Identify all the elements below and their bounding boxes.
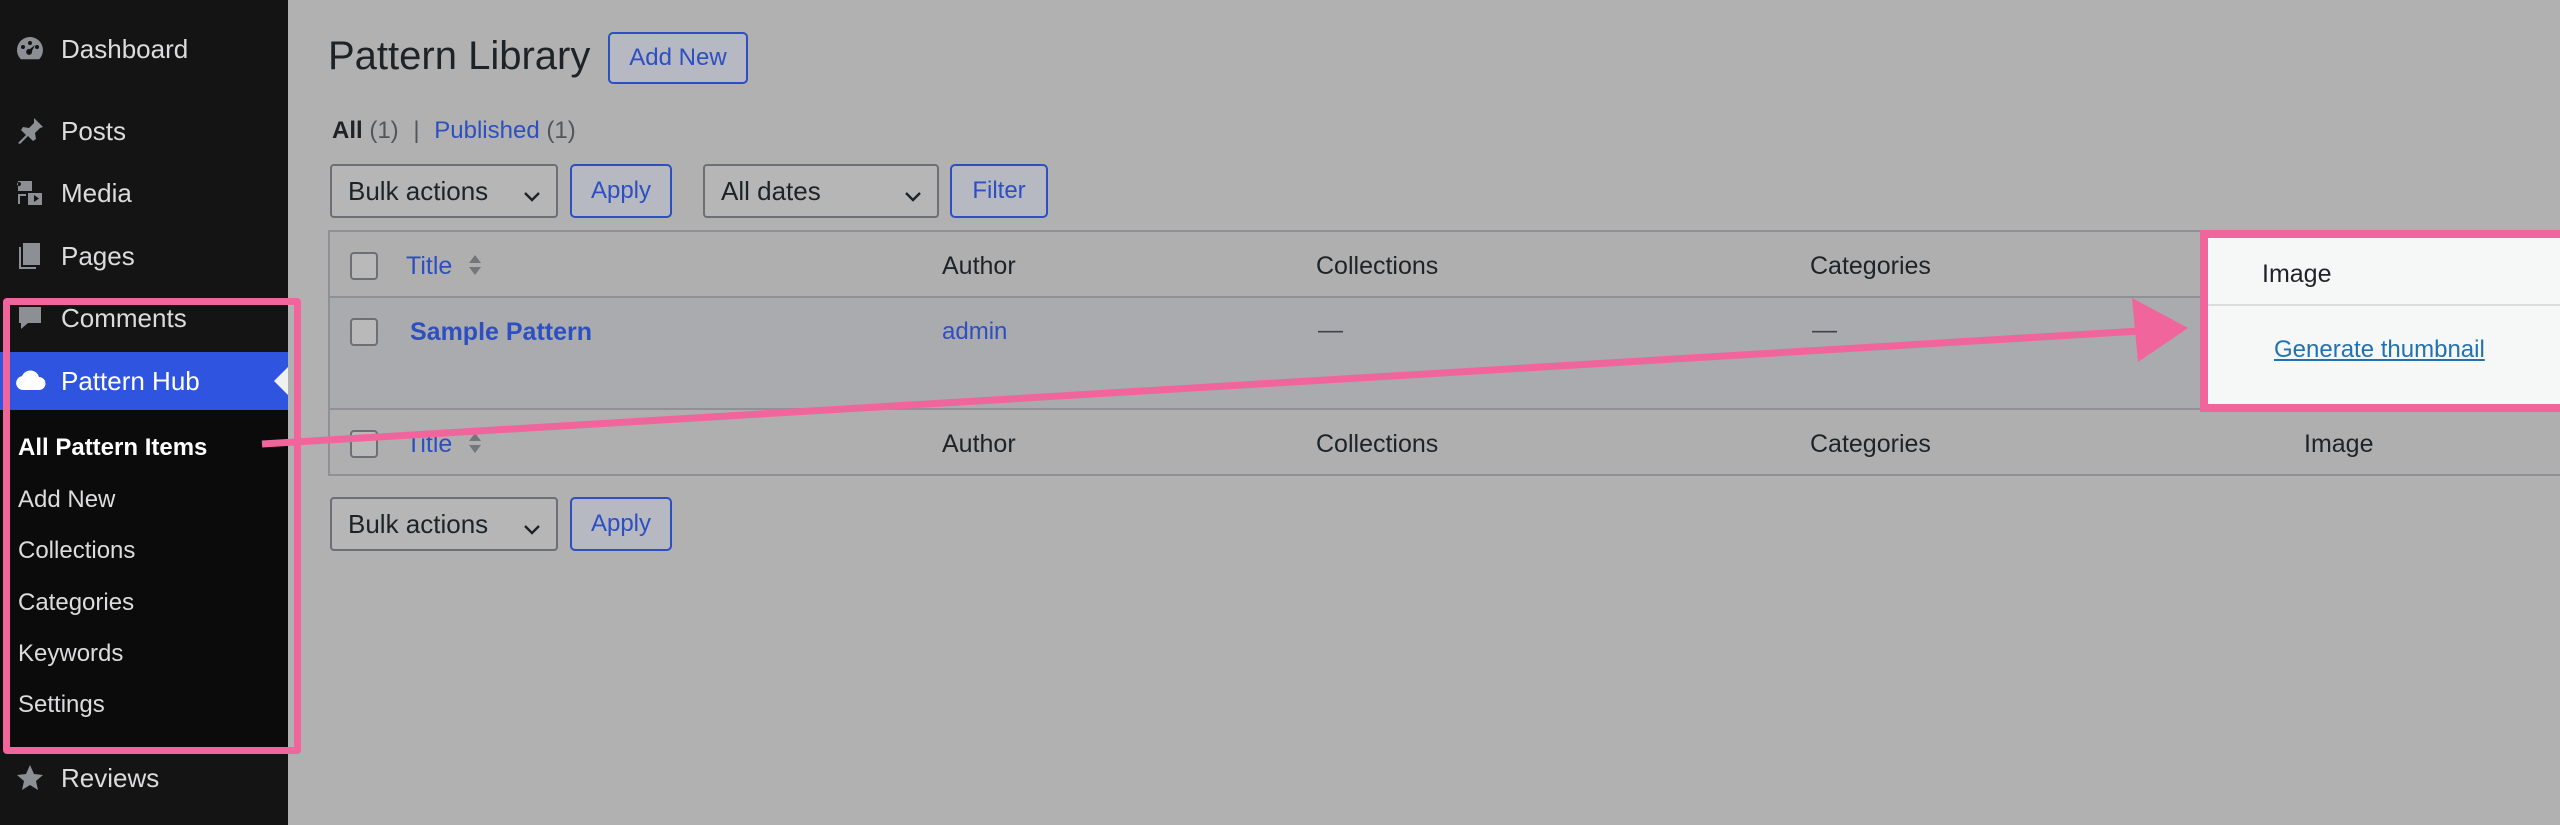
filter-button[interactable]: Filter: [950, 164, 1048, 218]
table-footer: Title Author Collections Categories Imag…: [330, 408, 2560, 476]
column-title-header[interactable]: Title: [406, 252, 452, 281]
dates-filter-select[interactable]: All dates: [703, 164, 939, 218]
author-link[interactable]: admin: [942, 318, 1007, 346]
header-divider: [2208, 304, 2560, 306]
sidebar-item-posts[interactable]: Posts: [0, 104, 288, 158]
row-checkbox[interactable]: [350, 318, 378, 346]
column-title-footer[interactable]: Title: [406, 430, 452, 459]
view-all-count: (1): [369, 117, 399, 144]
dates-filter-value: All dates: [721, 175, 821, 206]
sidebar-item-label: Reviews: [61, 762, 160, 793]
sidebar-item-label: Dashboard: [61, 33, 189, 64]
star-icon: [12, 760, 48, 796]
pattern-title-link[interactable]: Sample Pattern: [410, 318, 592, 347]
sort-icon[interactable]: [468, 254, 482, 276]
pages-icon: [12, 238, 48, 274]
bulk-actions-select-bottom[interactable]: Bulk actions: [330, 497, 558, 551]
pin-icon: [12, 113, 48, 149]
apply-button-bottom[interactable]: Apply: [570, 497, 672, 551]
column-image-header: Image: [2262, 260, 2332, 288]
chevron-down-icon: [522, 515, 542, 535]
sidebar-item-label: Posts: [61, 115, 127, 146]
column-collections-header: Collections: [1316, 252, 1439, 280]
sidebar-item-label: Media: [61, 177, 132, 208]
column-categories-footer: Categories: [1810, 430, 1931, 458]
sort-icon[interactable]: [468, 432, 482, 454]
page-title: Pattern Library: [328, 34, 591, 78]
chevron-down-icon: [522, 182, 542, 202]
apply-button[interactable]: Apply: [570, 164, 672, 218]
bulk-actions-value: Bulk actions: [348, 508, 489, 539]
dashboard-icon: [12, 31, 48, 67]
add-new-button[interactable]: Add New: [608, 32, 748, 84]
image-column-highlight: Image Generate thumbnail: [2200, 230, 2560, 412]
bulk-actions-select[interactable]: Bulk actions: [330, 164, 558, 218]
view-published-link[interactable]: Published: [434, 117, 539, 144]
sidebar-item-media[interactable]: Media: [0, 166, 288, 220]
chevron-down-icon: [903, 182, 923, 202]
status-filter-links: All (1) | Published (1): [332, 117, 576, 145]
main-content: Pattern Library Add New All (1) | Publis…: [288, 0, 2560, 825]
column-image-footer: Image: [2304, 430, 2374, 458]
sidebar-highlight-box: [3, 298, 301, 754]
view-published-count: (1): [546, 117, 576, 144]
view-all-link[interactable]: All: [332, 117, 363, 144]
media-icon: [12, 175, 48, 211]
sidebar-item-dashboard[interactable]: Dashboard: [0, 22, 288, 76]
column-author-footer: Author: [942, 430, 1016, 458]
select-all-checkbox[interactable]: [350, 252, 378, 280]
view-separator: |: [413, 117, 420, 144]
categories-cell: —: [1812, 316, 1837, 344]
sidebar-item-pages[interactable]: Pages: [0, 229, 288, 283]
generate-thumbnail-link[interactable]: Generate thumbnail: [2274, 336, 2485, 364]
sidebar-item-label: Pages: [61, 240, 135, 271]
column-collections-footer: Collections: [1316, 430, 1439, 458]
collections-cell: —: [1318, 316, 1343, 344]
sidebar-item-reviews[interactable]: Reviews: [0, 751, 288, 805]
column-categories-header: Categories: [1810, 252, 1931, 280]
column-author-header: Author: [942, 252, 1016, 280]
bulk-actions-value: Bulk actions: [348, 175, 489, 206]
select-all-checkbox-footer[interactable]: [350, 430, 378, 458]
